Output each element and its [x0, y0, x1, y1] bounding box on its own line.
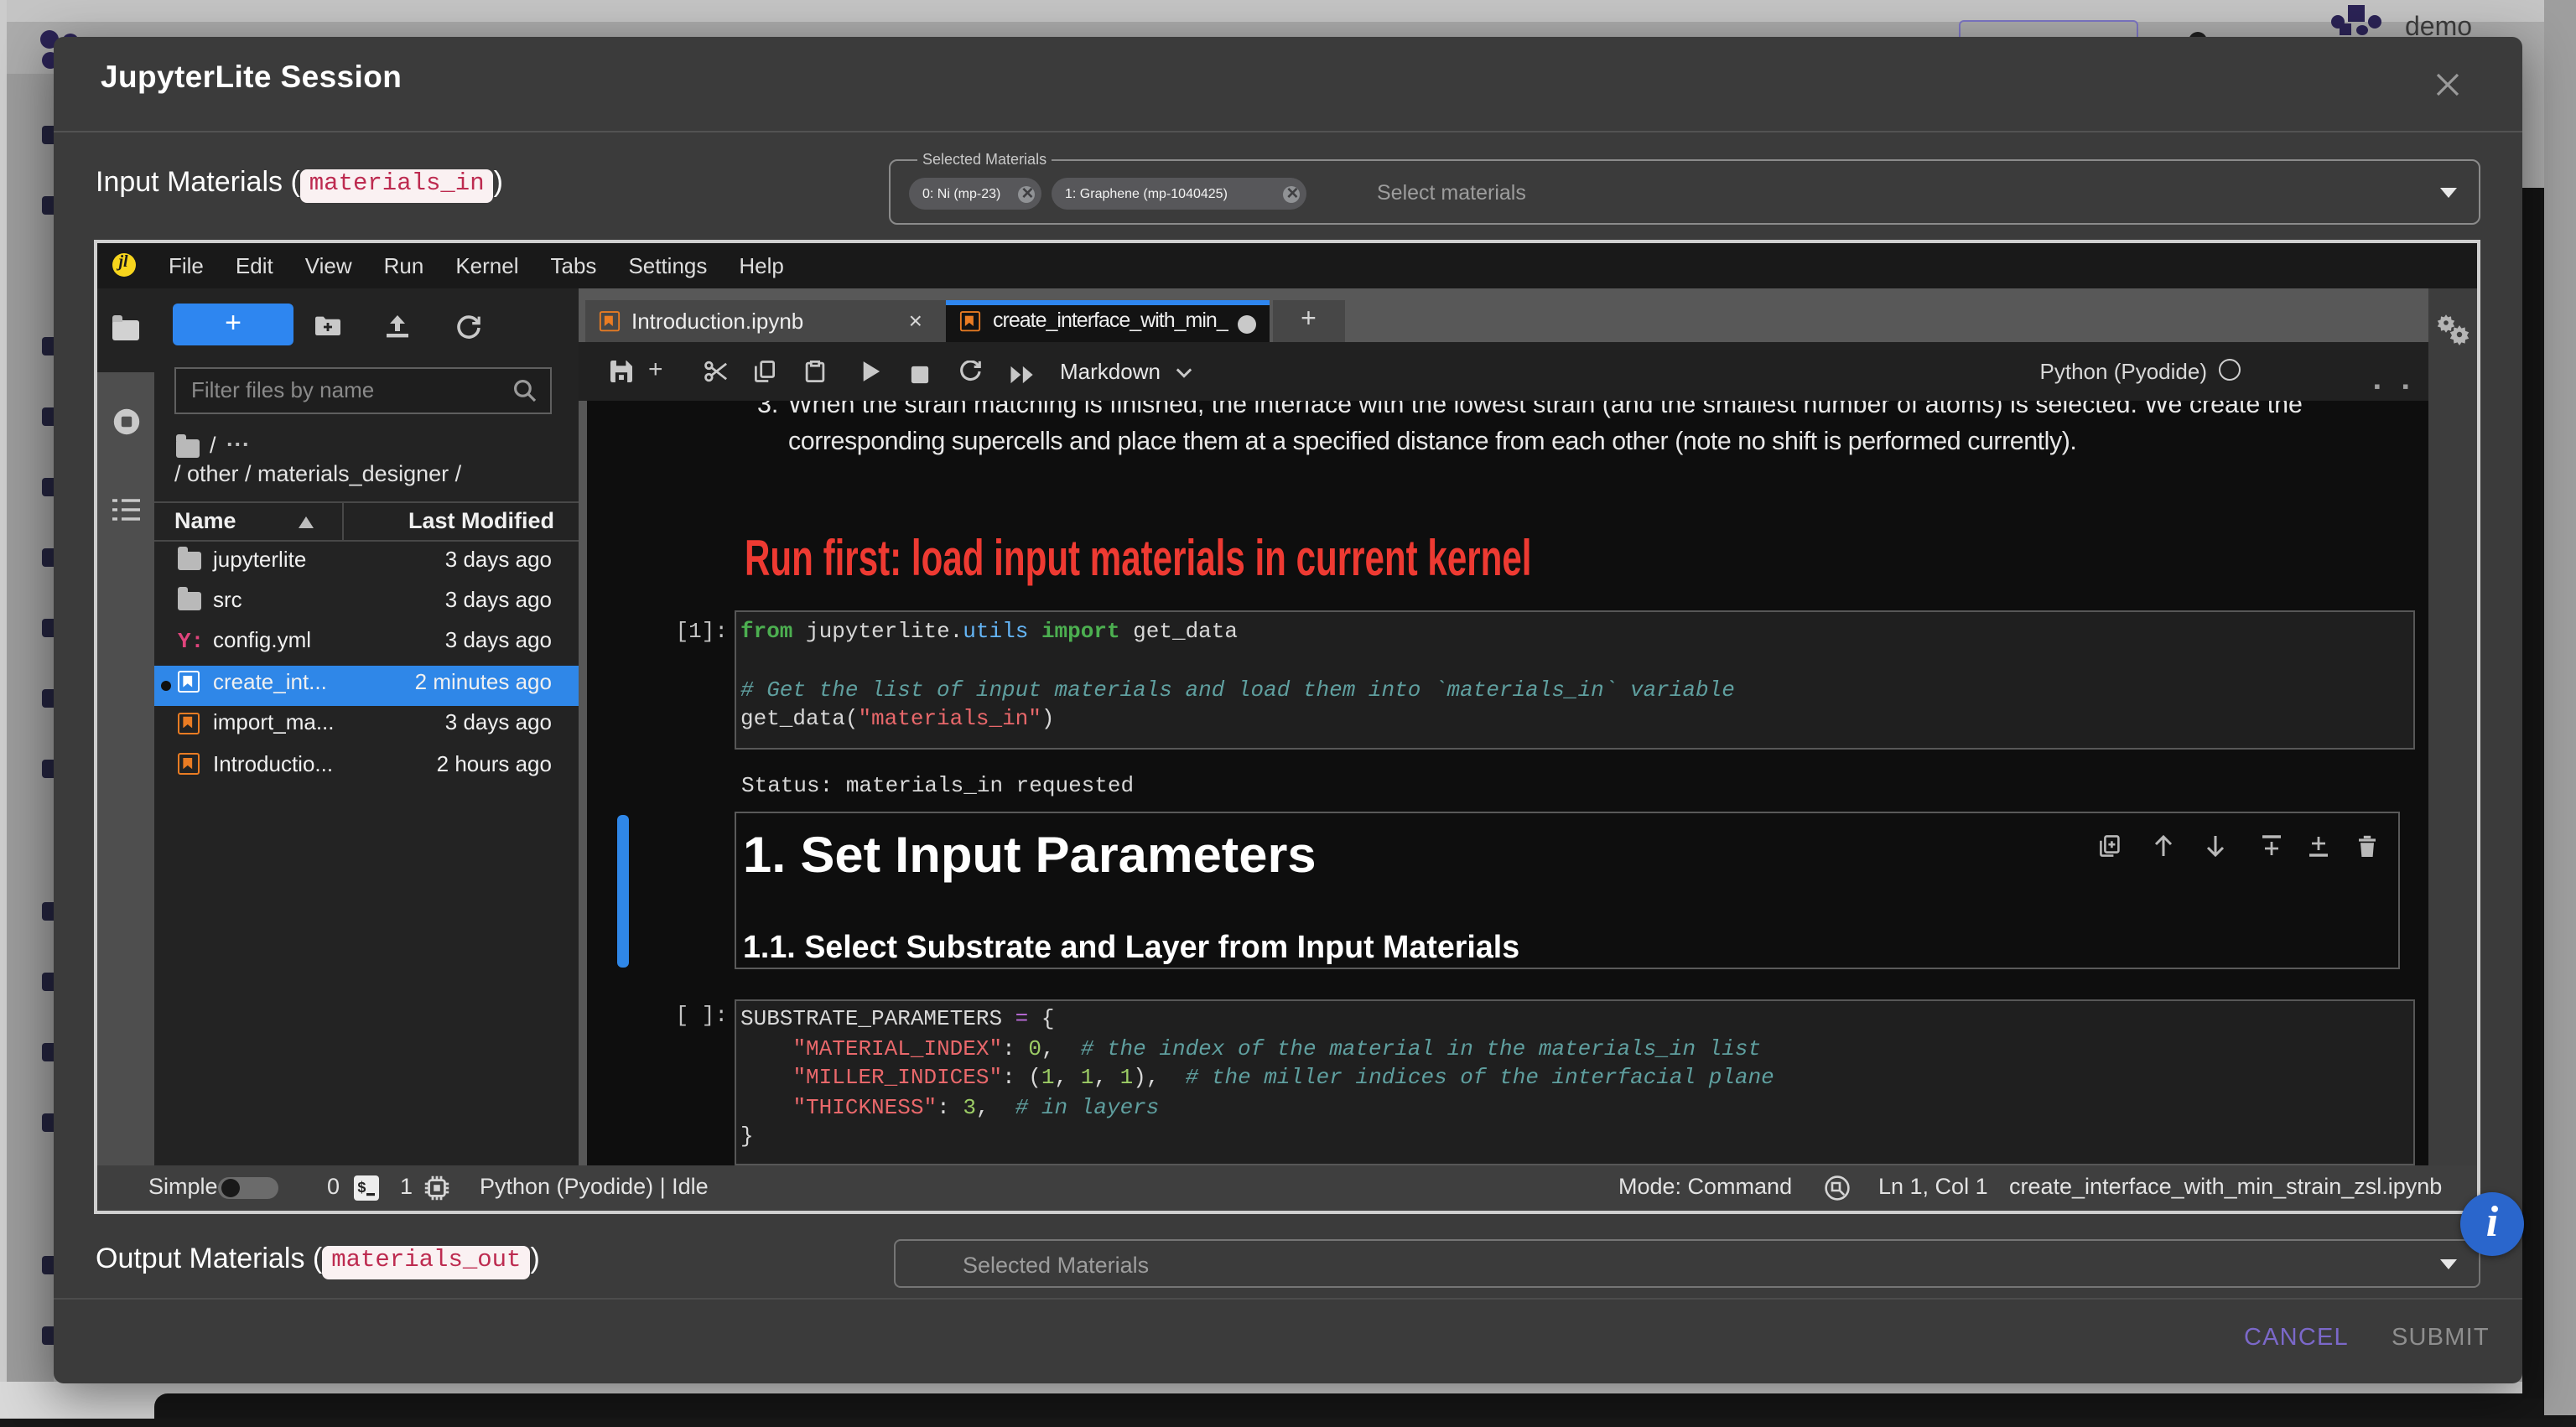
svg-text:$: $	[356, 1181, 366, 1197]
